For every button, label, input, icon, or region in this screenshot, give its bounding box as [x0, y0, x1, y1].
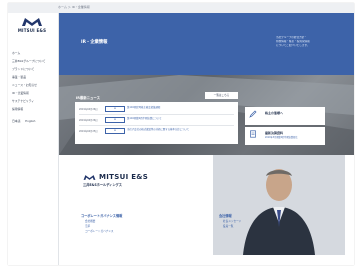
news-title: IR最新ニュース	[76, 96, 101, 100]
company-brand: MITSUI E&S 三井E&Sホールディングス	[83, 173, 148, 187]
news-item[interactable]: 2019年04月26日 IR 第116期第2四半期決算について	[79, 116, 234, 126]
sidebar-item-news[interactable]: ニュース・お知らせ	[12, 81, 56, 89]
site-logo[interactable]: MITSUI E&S	[16, 17, 48, 33]
news-list: 2019年04月26日 IR 第116期定時株主総会招集通知 2019年04月2…	[75, 102, 238, 144]
card-label: 最新決算資料	[265, 131, 284, 135]
links-col1-item[interactable]: 会社概要	[85, 219, 95, 223]
language-switch: 日本語 English	[12, 117, 56, 125]
brand-row: MITSUI E&S	[83, 173, 148, 181]
president-portrait	[213, 155, 345, 255]
news-item[interactable]: 2019年04月26日 IR 第116期定時株主総会招集通知	[79, 105, 234, 115]
news-section: IR最新ニュース 一覧はこちら 2019年04月26日 IR 第116期定時株主…	[59, 75, 354, 155]
sidebar-item-ir[interactable]: IR・企業情報	[12, 89, 56, 97]
news-date: 2019年04月25日	[79, 130, 98, 133]
browser-window: ホーム ＞ IR・企業情報 MITSUI E&S ホーム 三井E&Sグループにつ…	[8, 3, 354, 265]
sidebar-item-recruit[interactable]: 採用情報	[12, 105, 56, 113]
sidebar-item-business[interactable]: 事業・製品	[12, 73, 56, 81]
links-col2-head[interactable]: 会社情報	[219, 213, 232, 218]
hero-banner: IR・企業情報 当社グループの経営方針・ 財務情報・株主・投資家情報 についてご…	[59, 13, 354, 75]
news-tag: IR	[105, 128, 125, 134]
sidebar-item-group[interactable]: 三井E&Sグループについて	[12, 57, 56, 65]
brand-mark-icon	[83, 174, 96, 180]
lang-japanese[interactable]: 日本語	[12, 119, 20, 123]
brand-name: MITSUI E&S	[99, 173, 149, 181]
portrait-image	[213, 155, 345, 255]
news-text: 第116期第2四半期決算について	[127, 117, 162, 120]
card-sub: 2019年3月期第2四半期決算短信	[265, 136, 298, 139]
news-tag: IR	[105, 117, 125, 123]
links-col2-item[interactable]: 役員一覧	[223, 224, 233, 228]
page-title: IR・企業情報	[81, 40, 108, 45]
links-col2-item[interactable]: 社長メッセージ	[223, 219, 241, 223]
news-list-button[interactable]: 一覧はこちら	[205, 92, 238, 99]
company-section: MITSUI E&S 三井E&Sホールディングス コーポレートガバナンス情報 会…	[59, 155, 354, 265]
news-date: 2019年04月26日	[79, 108, 98, 111]
logo-mark-icon	[22, 18, 42, 26]
sidebar-item-home[interactable]: ホーム	[12, 49, 56, 57]
sidebar-item-brand[interactable]: ブランドについて	[12, 65, 56, 73]
links-col1-head[interactable]: コーポレートガバナンス情報	[81, 213, 122, 218]
logo-text: MITSUI E&S	[17, 28, 47, 33]
sidebar: MITSUI E&S ホーム 三井E&Sグループについて ブランドについて 事業…	[8, 13, 59, 265]
breadcrumb: ホーム ＞ IR・企業情報	[58, 5, 90, 9]
main-content: IR・企業情報 当社グループの経営方針・ 財務情報・株主・投資家情報 についてご…	[59, 13, 354, 265]
hero-subtitle-line: についてご紹介いたします。	[276, 44, 310, 47]
document-icon	[250, 130, 256, 138]
news-date: 2019年04月26日	[79, 119, 98, 122]
sidebar-item-sustainability[interactable]: サステナビリティ	[12, 97, 56, 105]
lang-english[interactable]: English	[25, 119, 35, 123]
news-tag: IR	[105, 106, 125, 112]
news-text: 第116期定時株主総会招集通知	[127, 106, 161, 109]
hero-subtitle: 当社グループの経営方針・ 財務情報・株主・投資家情報 についてご紹介いたします。	[276, 36, 344, 48]
financial-card[interactable]: 最新決算資料 2019年3月期第2四半期決算短信	[245, 127, 325, 145]
brand-subtitle: 三井E&Sホールディングス	[83, 183, 122, 187]
links-col1-item[interactable]: 沿革	[85, 224, 90, 228]
sidebar-nav: ホーム 三井E&Sグループについて ブランドについて 事業・製品 ニュース・お知…	[12, 49, 56, 125]
news-item[interactable]: 2019年04月25日 IR 当社子会社の株式譲渡等の対処に関する基本方針につい…	[79, 127, 234, 139]
pen-icon	[249, 110, 257, 118]
card-label: 株主の皆様へ	[265, 111, 284, 115]
links-col1-item[interactable]: コーポレートガバナンス	[85, 229, 113, 233]
message-card[interactable]: 株主の皆様へ	[245, 107, 325, 125]
news-text: 当社子会社の株式譲渡等の対処に関する基本方針について	[127, 128, 190, 131]
